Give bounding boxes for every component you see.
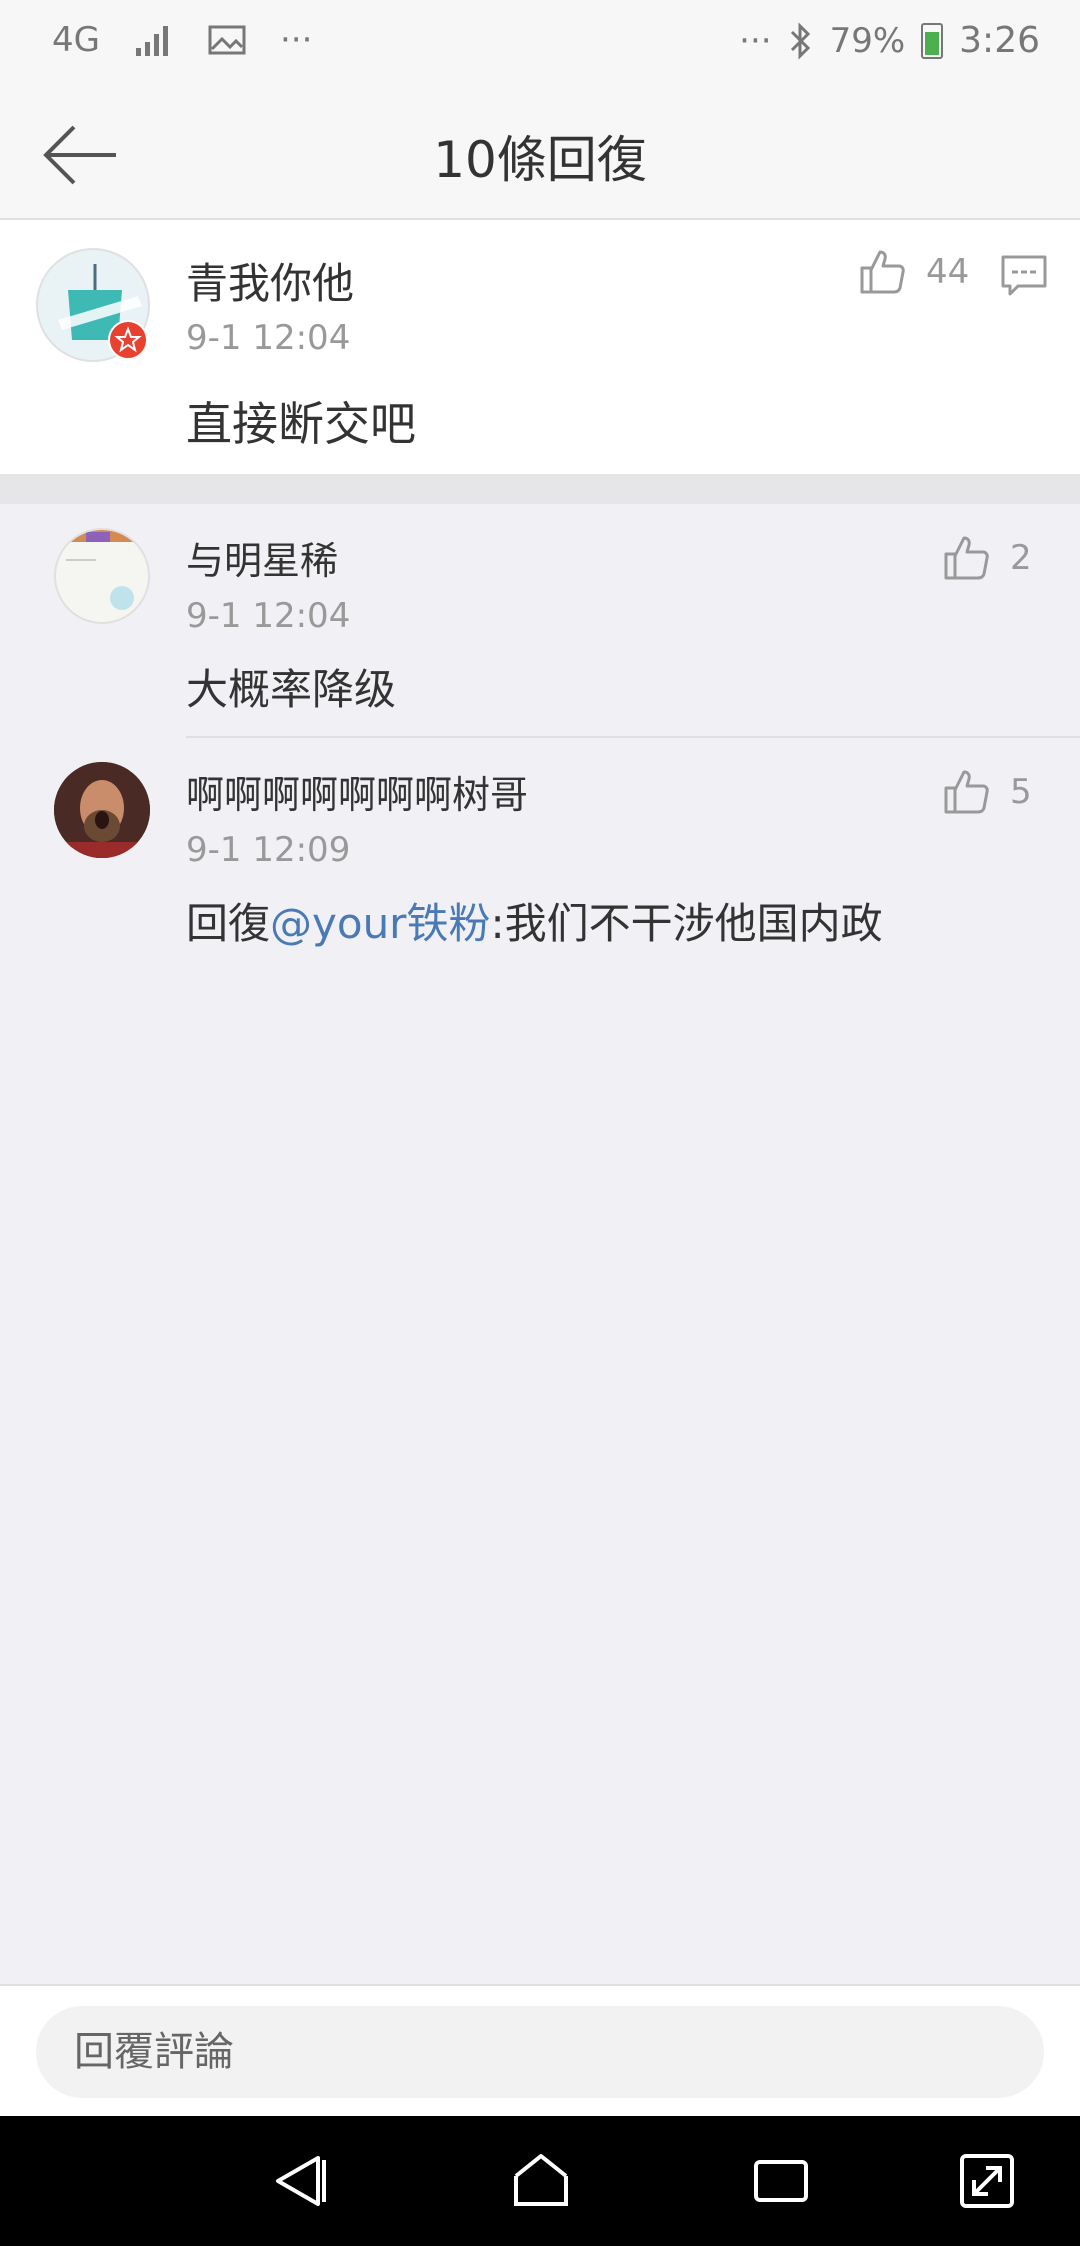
avatar[interactable]	[54, 528, 150, 624]
main-comment: 青我你他 9-1 12:04 直接断交吧 44	[0, 220, 1080, 474]
comment-icon	[1001, 255, 1047, 296]
reply-timestamp: 9-1 12:04	[186, 596, 351, 636]
reply-timestamp: 9-1 12:09	[186, 830, 351, 870]
system-expand-button[interactable]	[952, 2146, 1022, 2216]
more-status-icon: ···	[739, 20, 772, 61]
like-count: 5	[1010, 772, 1032, 812]
reply-input[interactable]	[36, 2006, 1044, 2098]
reply-username[interactable]: 啊啊啊啊啊啊啊树哥	[186, 764, 528, 819]
system-back-button[interactable]	[264, 2146, 334, 2216]
more-notifications-icon: ···	[279, 20, 313, 60]
thumbs-up-icon	[944, 536, 989, 580]
reply-text: 回復@your铁粉:我们不干涉他国内政	[186, 890, 883, 951]
verified-badge-icon	[108, 320, 148, 360]
reply-item: 啊啊啊啊啊啊啊树哥 9-1 12:09 回復@your铁粉:我们不干涉他国内政 …	[0, 738, 1080, 970]
header: 10條回復	[0, 90, 1080, 220]
comment-text: 直接断交吧	[186, 397, 416, 451]
mention-link[interactable]: @your铁粉	[270, 899, 490, 948]
home-icon	[514, 2154, 568, 2206]
status-bar: 4G ··· ··· 79% 3:26	[0, 0, 1080, 90]
reply-username[interactable]: 与明星稀	[186, 530, 338, 585]
like-button[interactable]: 2	[942, 534, 1032, 582]
clock: 3:26	[959, 20, 1040, 61]
reply-body: :我们不干涉他国内政	[490, 899, 883, 948]
thumbs-up-icon	[944, 770, 989, 814]
signal-icon	[135, 26, 168, 56]
battery-icon	[921, 22, 944, 59]
image-icon	[208, 25, 246, 55]
section-divider	[0, 474, 1080, 504]
comment-username[interactable]: 青我你他	[186, 250, 354, 311]
reply-text: 大概率降级	[186, 665, 397, 714]
comment-reply-button[interactable]	[1000, 254, 1048, 298]
triangle-back-icon	[276, 2156, 326, 2206]
recents-icon	[754, 2160, 808, 2202]
reply-item: 与明星稀 9-1 12:04 大概率降级 2	[0, 504, 1080, 736]
like-count: 44	[926, 252, 970, 292]
avatar-image	[56, 530, 148, 610]
page-title: 10條回復	[433, 131, 647, 189]
avatar-image	[54, 762, 150, 858]
comment-timestamp: 9-1 12:04	[186, 318, 351, 358]
bluetooth-icon	[790, 21, 810, 60]
system-home-button[interactable]	[506, 2146, 576, 2216]
battery-percent: 79%	[829, 20, 906, 61]
thumbs-up-icon	[860, 250, 905, 294]
expand-icon	[960, 2154, 1014, 2208]
reply-input-bar	[0, 1984, 1080, 2118]
network-indicator: 4G	[52, 20, 100, 60]
like-count: 2	[1010, 538, 1032, 578]
like-button[interactable]: 5	[942, 768, 1032, 816]
system-recents-button[interactable]	[746, 2146, 816, 2216]
avatar[interactable]	[54, 762, 150, 858]
reply-prefix: 回復	[186, 899, 271, 948]
like-button[interactable]: 44	[858, 248, 969, 296]
system-navigation-bar	[0, 2116, 1080, 2246]
